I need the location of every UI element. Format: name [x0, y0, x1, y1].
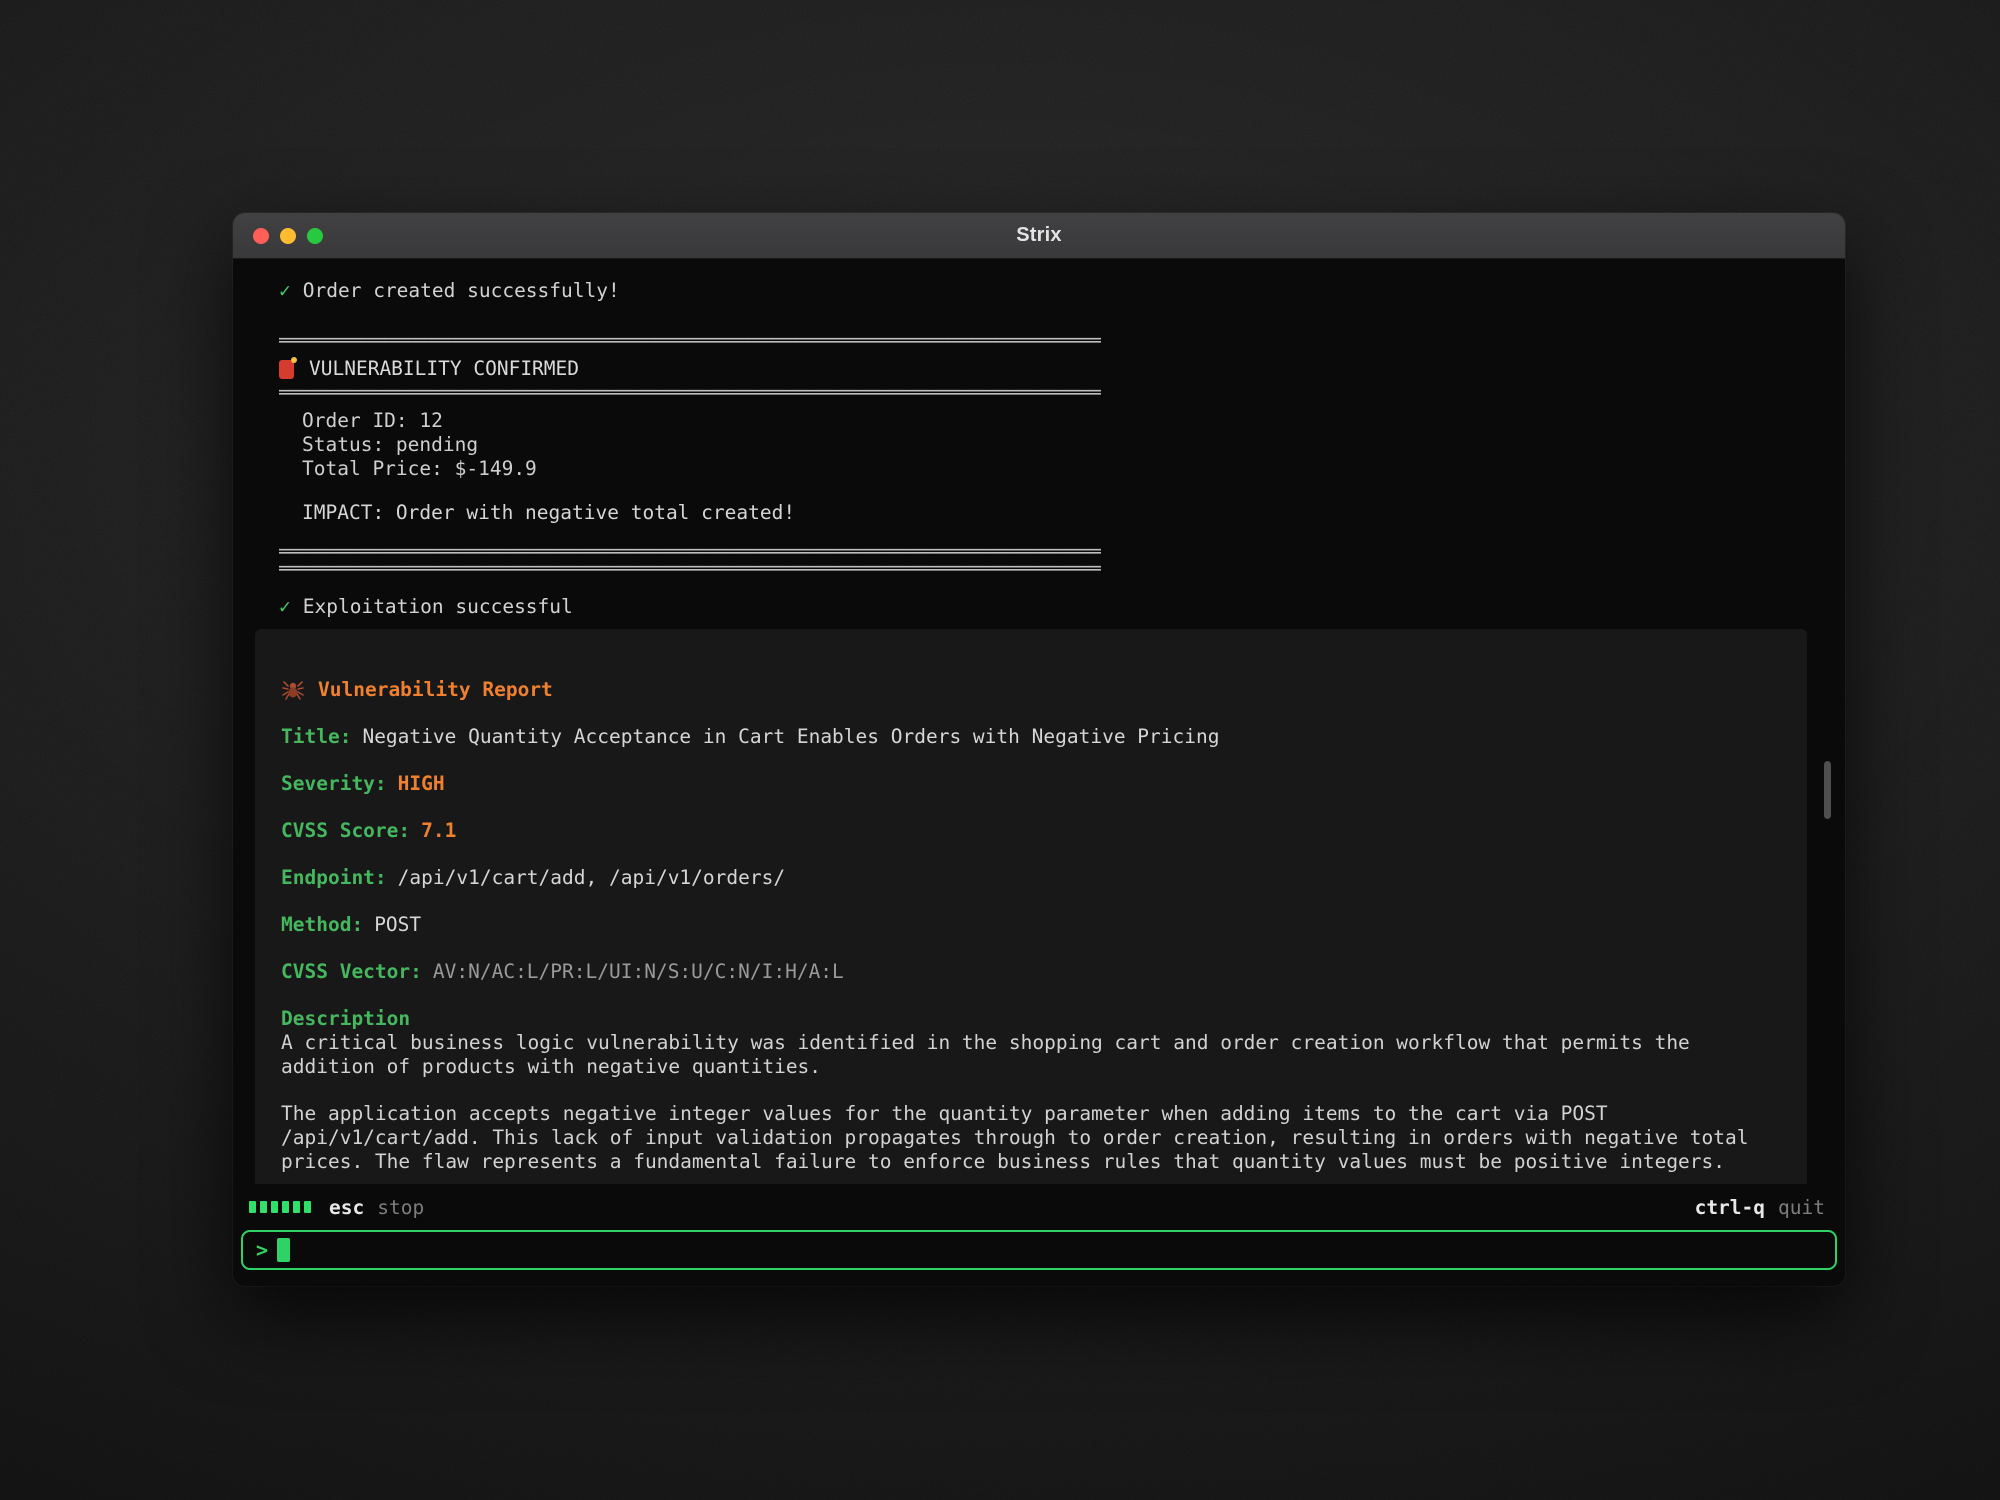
vulnerability-report-panel: Vulnerability Report Title: Negative Quan… — [255, 629, 1807, 1184]
report-header-text: Vulnerability Report — [318, 677, 553, 703]
order-id-line: Order ID: 12 — [302, 409, 1823, 433]
cvss-score-value: 7.1 — [421, 819, 456, 842]
minimize-window-button[interactable] — [280, 228, 296, 244]
order-success-line: ✓ Order created successfully! — [279, 279, 1823, 303]
field-value: Negative Quantity Acceptance in Cart Ena… — [362, 725, 1219, 748]
separator: ════════════════════════════════════════… — [279, 560, 1823, 577]
command-input[interactable]: > — [241, 1230, 1837, 1270]
order-success-text: Order created successfully! — [303, 279, 620, 302]
quit-action-label: quit — [1778, 1196, 1825, 1219]
separator: ════════════════════════════════════════… — [279, 383, 1823, 403]
field-label: CVSS Score: — [281, 819, 410, 842]
check-icon: ✓ — [279, 595, 291, 618]
order-total-line: Total Price: $-149.9 — [302, 457, 1823, 481]
text-cursor — [277, 1238, 290, 1262]
window-title: Strix — [233, 224, 1845, 247]
alert-icon — [279, 360, 294, 379]
vulnerability-confirmed-text: VULNERABILITY CONFIRMED — [309, 357, 579, 381]
terminal-output: ✓ Order created successfully! ═══════════… — [233, 259, 1845, 1184]
severity-badge: HIGH — [398, 772, 445, 795]
separator: ════════════════════════════════════════… — [279, 331, 1823, 351]
field-label: CVSS Vector: — [281, 960, 422, 983]
cvss-vector-value: AV:N/AC:L/PR:L/UI:N/S:U/C:N/I:H/A:L — [433, 960, 844, 983]
scrollbar-thumb[interactable] — [1824, 761, 1831, 819]
impact-line: IMPACT: Order with negative total create… — [302, 501, 1823, 525]
spider-icon — [281, 678, 305, 702]
method-value: POST — [374, 913, 421, 936]
field-label: Endpoint: — [281, 866, 387, 889]
field-label: Method: — [281, 913, 363, 936]
traffic-lights — [253, 213, 323, 258]
esc-action-label: stop — [377, 1196, 424, 1219]
vulnerability-confirmed-line: VULNERABILITY CONFIRMED — [279, 357, 1823, 381]
report-field-cvss-vector: CVSS Vector: AV:N/AC:L/PR:L/UI:N/S:U/C:N/… — [281, 960, 1781, 984]
esc-key-hint[interactable]: esc — [329, 1196, 364, 1219]
activity-spinner-dots — [249, 1201, 311, 1213]
report-field-title: Title: Negative Quantity Acceptance in Ca… — [281, 725, 1781, 749]
field-label: Title: — [281, 725, 351, 748]
check-icon: ✓ — [279, 279, 291, 302]
zoom-window-button[interactable] — [307, 228, 323, 244]
description-paragraph: A critical business logic vulnerability … — [281, 1031, 1761, 1079]
endpoint-value: /api/v1/cart/add, /api/v1/orders/ — [398, 866, 785, 889]
prompt-symbol: > — [256, 1238, 268, 1262]
strix-window: Strix ✓ Order created successfully! ═════… — [233, 213, 1845, 1286]
order-status-line: Status: pending — [302, 433, 1823, 457]
window-titlebar: Strix — [233, 213, 1845, 259]
exploitation-success-line: ✓ Exploitation successful — [279, 595, 1823, 619]
report-field-severity: Severity: HIGH — [281, 772, 1781, 796]
ctrl-q-key-hint[interactable]: ctrl-q — [1695, 1196, 1765, 1219]
description-heading: Description — [281, 1007, 1781, 1031]
exploitation-success-text: Exploitation successful — [303, 595, 573, 618]
report-field-cvss-score: CVSS Score: 7.1 — [281, 819, 1781, 843]
separator: ════════════════════════════════════════… — [279, 543, 1823, 560]
report-field-endpoint: Endpoint: /api/v1/cart/add, /api/v1/order… — [281, 866, 1781, 890]
status-bar: esc stop ctrl-q quit — [233, 1184, 1845, 1230]
desktop-background: Strix ✓ Order created successfully! ═════… — [0, 0, 2000, 1500]
description-paragraph: The application accepts negative integer… — [281, 1102, 1761, 1174]
order-details: Order ID: 12 Status: pending Total Price… — [302, 409, 1823, 481]
close-window-button[interactable] — [253, 228, 269, 244]
report-header: Vulnerability Report — [281, 677, 1781, 703]
field-label: Severity: — [281, 772, 387, 795]
report-field-method: Method: POST — [281, 913, 1781, 937]
